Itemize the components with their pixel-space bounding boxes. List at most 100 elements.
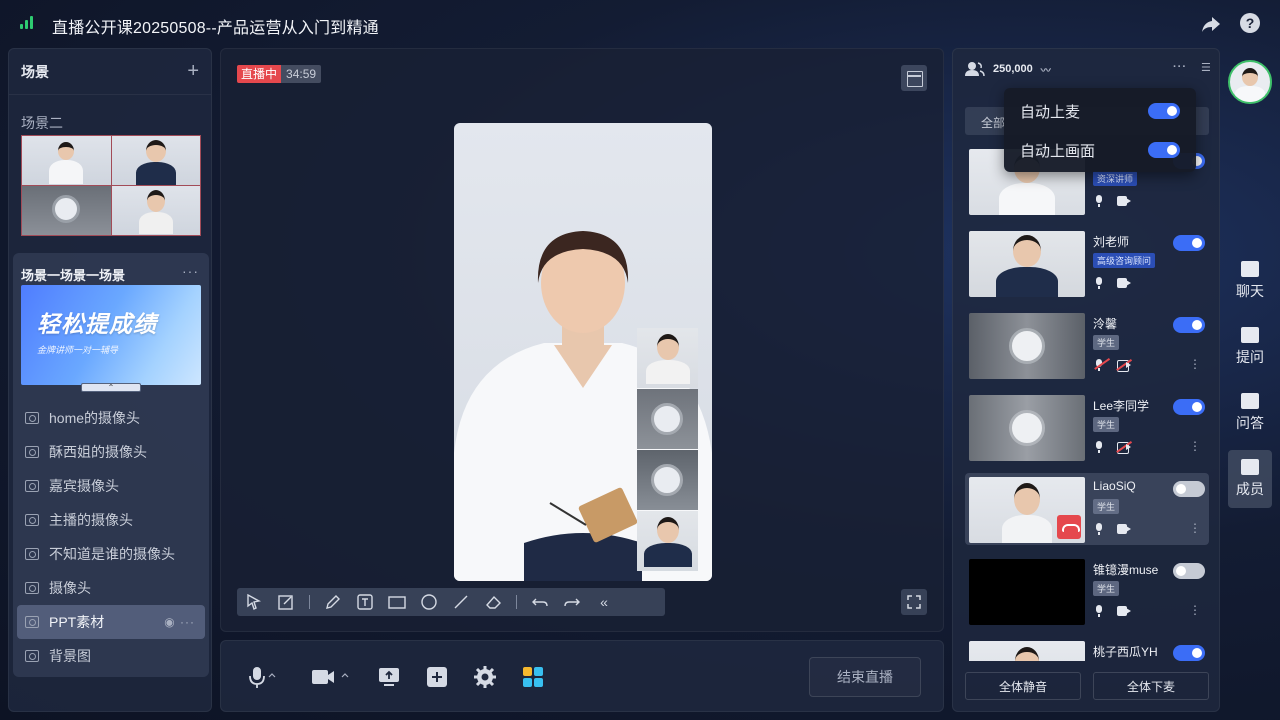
users-icon (965, 62, 985, 77)
microphone-icon[interactable] (1095, 195, 1103, 207)
rectangle-icon[interactable] (388, 593, 406, 611)
member-row-selected[interactable]: LiaoSiQ 学生 ⋮ (965, 473, 1209, 545)
add-source-button[interactable] (425, 665, 449, 689)
member-media-icons (1095, 605, 1131, 617)
collapse-toolbar-icon[interactable]: « (595, 593, 613, 611)
scene-2-thumbnail[interactable] (21, 135, 201, 236)
all-off-mic-button[interactable]: 全体下麦 (1093, 672, 1209, 700)
member-role-badge: 资深讲师 (1093, 171, 1138, 186)
camera-off-icon[interactable] (1116, 358, 1132, 372)
members-menu-icon[interactable]: ☰ (1201, 61, 1211, 74)
source-item[interactable]: 不知道是谁的摄像头 (13, 537, 209, 571)
rail-tab-label: 成员 (1236, 481, 1264, 497)
members-more-button[interactable]: ··· (1173, 61, 1187, 73)
member-more-button[interactable]: ⋮ (1189, 603, 1201, 617)
member-more-button[interactable]: ⋮ (1189, 521, 1201, 535)
member-video-thumb (969, 313, 1085, 379)
text-tool-icon[interactable] (356, 593, 374, 611)
stage-toggle[interactable] (1173, 563, 1205, 579)
rail-tab-chat[interactable]: 聊天 (1228, 252, 1272, 310)
scene-2-label[interactable]: 场景二 (21, 113, 63, 133)
page-title: 直播公开课20250508--产品运营从入门到精通 (52, 20, 379, 37)
source-label: 酥西姐的摄像头 (49, 444, 147, 460)
member-row[interactable]: 刘老师 高级咨询顾问 (965, 227, 1209, 299)
scene-1-more-button[interactable]: ··· (182, 263, 199, 279)
stage-toggle[interactable] (1173, 645, 1205, 661)
source-label: home的摄像头 (49, 410, 141, 426)
member-role-badge: 学生 (1093, 499, 1120, 514)
auto-mic-toggle[interactable] (1148, 103, 1180, 119)
line-icon[interactable] (452, 593, 470, 611)
whiteboard-toolbar: « (237, 588, 665, 616)
circle-icon[interactable] (420, 593, 438, 611)
auto-screen-toggle[interactable] (1148, 142, 1180, 158)
share-icon[interactable] (1200, 13, 1222, 35)
member-list: 资深讲师 刘老师 高级咨询顾问 泠馨 学生 ⋮ Lee李同学 学生 ⋮ Liao… (965, 145, 1209, 661)
source-item[interactable]: 背景图 (13, 639, 209, 673)
camera-icon[interactable] (1117, 524, 1131, 534)
camera-button[interactable] (311, 665, 351, 689)
member-name: 锥镱漫muse (1093, 563, 1159, 577)
undo-icon[interactable] (531, 593, 549, 611)
add-scene-button[interactable]: + (187, 60, 199, 83)
redo-icon[interactable] (563, 593, 581, 611)
stage-toggle[interactable] (1173, 317, 1205, 333)
layout-icon[interactable] (901, 65, 927, 91)
stage-toggle[interactable] (1173, 235, 1205, 251)
scene-thumb-cell (22, 136, 111, 185)
help-icon[interactable]: ? (1240, 13, 1260, 33)
filter-tab-all[interactable]: 全部 (981, 114, 1005, 131)
avatar[interactable] (1228, 60, 1272, 104)
rail-tab-ask[interactable]: 提问 (1228, 318, 1272, 376)
edit-frame-icon[interactable] (277, 593, 295, 611)
microphone-muted-icon[interactable] (1094, 357, 1110, 371)
rail-tab-qa[interactable]: 问答 (1228, 384, 1272, 442)
end-live-button[interactable]: 结束直播 (809, 657, 921, 697)
camera-icon (25, 446, 39, 458)
member-media-icons (1095, 277, 1131, 289)
source-item[interactable]: 嘉宾摄像头 (13, 469, 209, 503)
source-label: 不知道是谁的摄像头 (49, 546, 175, 562)
settings-button[interactable] (473, 665, 497, 689)
microphone-icon[interactable] (1095, 523, 1103, 535)
source-item[interactable]: 摄像头 (13, 571, 209, 605)
camera-icon[interactable] (1117, 278, 1131, 288)
select-cursor-icon[interactable] (245, 593, 263, 611)
source-item[interactable]: 主播的摄像头 (13, 503, 209, 537)
member-video-thumb (969, 559, 1085, 625)
source-item[interactable]: home的摄像头 (13, 401, 209, 435)
member-role-badge: 高级咨询顾问 (1093, 253, 1156, 268)
source-actions[interactable]: ◉ ··· (164, 615, 195, 629)
member-row[interactable]: 泠馨 学生 ⋮ (965, 309, 1209, 381)
auto-mic-row: 自动上麦 (1020, 101, 1180, 122)
camera-icon[interactable] (1117, 606, 1131, 616)
mute-all-button[interactable]: 全体静音 (965, 672, 1081, 700)
microphone-icon[interactable] (1095, 605, 1103, 617)
member-row[interactable]: 锥镱漫muse 学生 ⋮ (965, 555, 1209, 627)
microphone-icon[interactable] (1095, 441, 1103, 453)
collapse-handle[interactable]: ⌃ (81, 383, 141, 392)
microphone-button[interactable] (247, 665, 277, 689)
stage-toggle[interactable] (1173, 399, 1205, 415)
banner-headline: 轻松提成绩 (37, 311, 157, 337)
member-row[interactable]: 桃子西瓜YH (965, 637, 1209, 661)
stage-toggle[interactable] (1173, 481, 1205, 497)
microphone-icon[interactable] (1095, 277, 1103, 289)
source-item[interactable]: 酥西姐的摄像头 (13, 435, 209, 469)
apps-button[interactable] (521, 665, 545, 689)
member-more-button[interactable]: ⋮ (1189, 357, 1201, 371)
eraser-icon[interactable] (484, 593, 502, 611)
member-more-button[interactable]: ⋮ (1189, 439, 1201, 453)
pencil-icon[interactable] (324, 593, 342, 611)
source-item-active[interactable]: PPT素材 ◉ ··· (17, 605, 205, 639)
camera-icon[interactable] (1117, 196, 1131, 206)
image-icon (25, 650, 39, 662)
camera-icon (25, 412, 39, 424)
hang-up-icon[interactable] (1057, 515, 1081, 539)
fullscreen-icon[interactable] (901, 589, 927, 615)
camera-off-icon[interactable] (1116, 440, 1132, 454)
member-row[interactable]: Lee李同学 学生 ⋮ (965, 391, 1209, 463)
rail-tab-members[interactable]: 成员 (1228, 450, 1272, 508)
screen-share-button[interactable] (377, 665, 401, 689)
scene-1-card[interactable]: 场景一场景一场景 ··· 轻松提成绩 金牌讲师一对一辅导 ⌃ home的摄像头 … (13, 253, 209, 677)
